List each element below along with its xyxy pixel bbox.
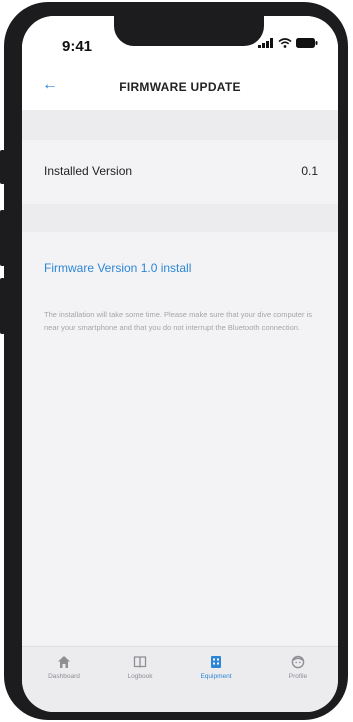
status-icons: [258, 38, 318, 48]
tab-bar: Dashboard Logbook Equipment Profile: [22, 646, 338, 712]
section-spacer: [22, 204, 338, 232]
tab-dashboard[interactable]: Dashboard: [34, 655, 94, 680]
installed-version-row: Installed Version 0.1: [22, 140, 338, 204]
page-title: FIRMWARE UPDATE: [119, 80, 241, 94]
section-spacer: [22, 110, 338, 140]
equipment-icon: [211, 656, 221, 668]
tab-profile[interactable]: Profile: [268, 655, 328, 680]
tab-label-profile: Profile: [288, 673, 308, 680]
side-button-mute: [0, 150, 5, 184]
book-icon: [133, 656, 147, 668]
profile-icon: [291, 655, 305, 669]
tab-label-dashboard: Dashboard: [48, 673, 80, 680]
tab-equipment[interactable]: Equipment: [186, 655, 246, 680]
installed-version-value: 0.1: [301, 164, 318, 178]
wifi-icon: [278, 38, 292, 48]
side-button-volume-up: [0, 210, 5, 266]
install-note: The installation will take some time. Pl…: [44, 310, 313, 332]
phone-frame: 9:41 ← FIRMWARE UPDATE Installed Version…: [4, 2, 348, 720]
screen: 9:41 ← FIRMWARE UPDATE Installed Version…: [22, 16, 338, 712]
firmware-install-link[interactable]: Firmware Version 1.0 install: [44, 261, 191, 275]
tab-label-equipment: Equipment: [200, 673, 232, 680]
home-icon: [58, 656, 70, 668]
notch: [114, 16, 264, 46]
status-time: 9:41: [62, 38, 93, 55]
tab-logbook[interactable]: Logbook: [110, 655, 170, 680]
nav-bar: ← FIRMWARE UPDATE: [22, 68, 338, 110]
installed-version-label: Installed Version: [44, 164, 133, 178]
side-button-volume-down: [0, 278, 5, 334]
tab-label-logbook: Logbook: [127, 673, 153, 680]
battery-icon: [296, 38, 318, 48]
signal-icon: [258, 38, 273, 48]
